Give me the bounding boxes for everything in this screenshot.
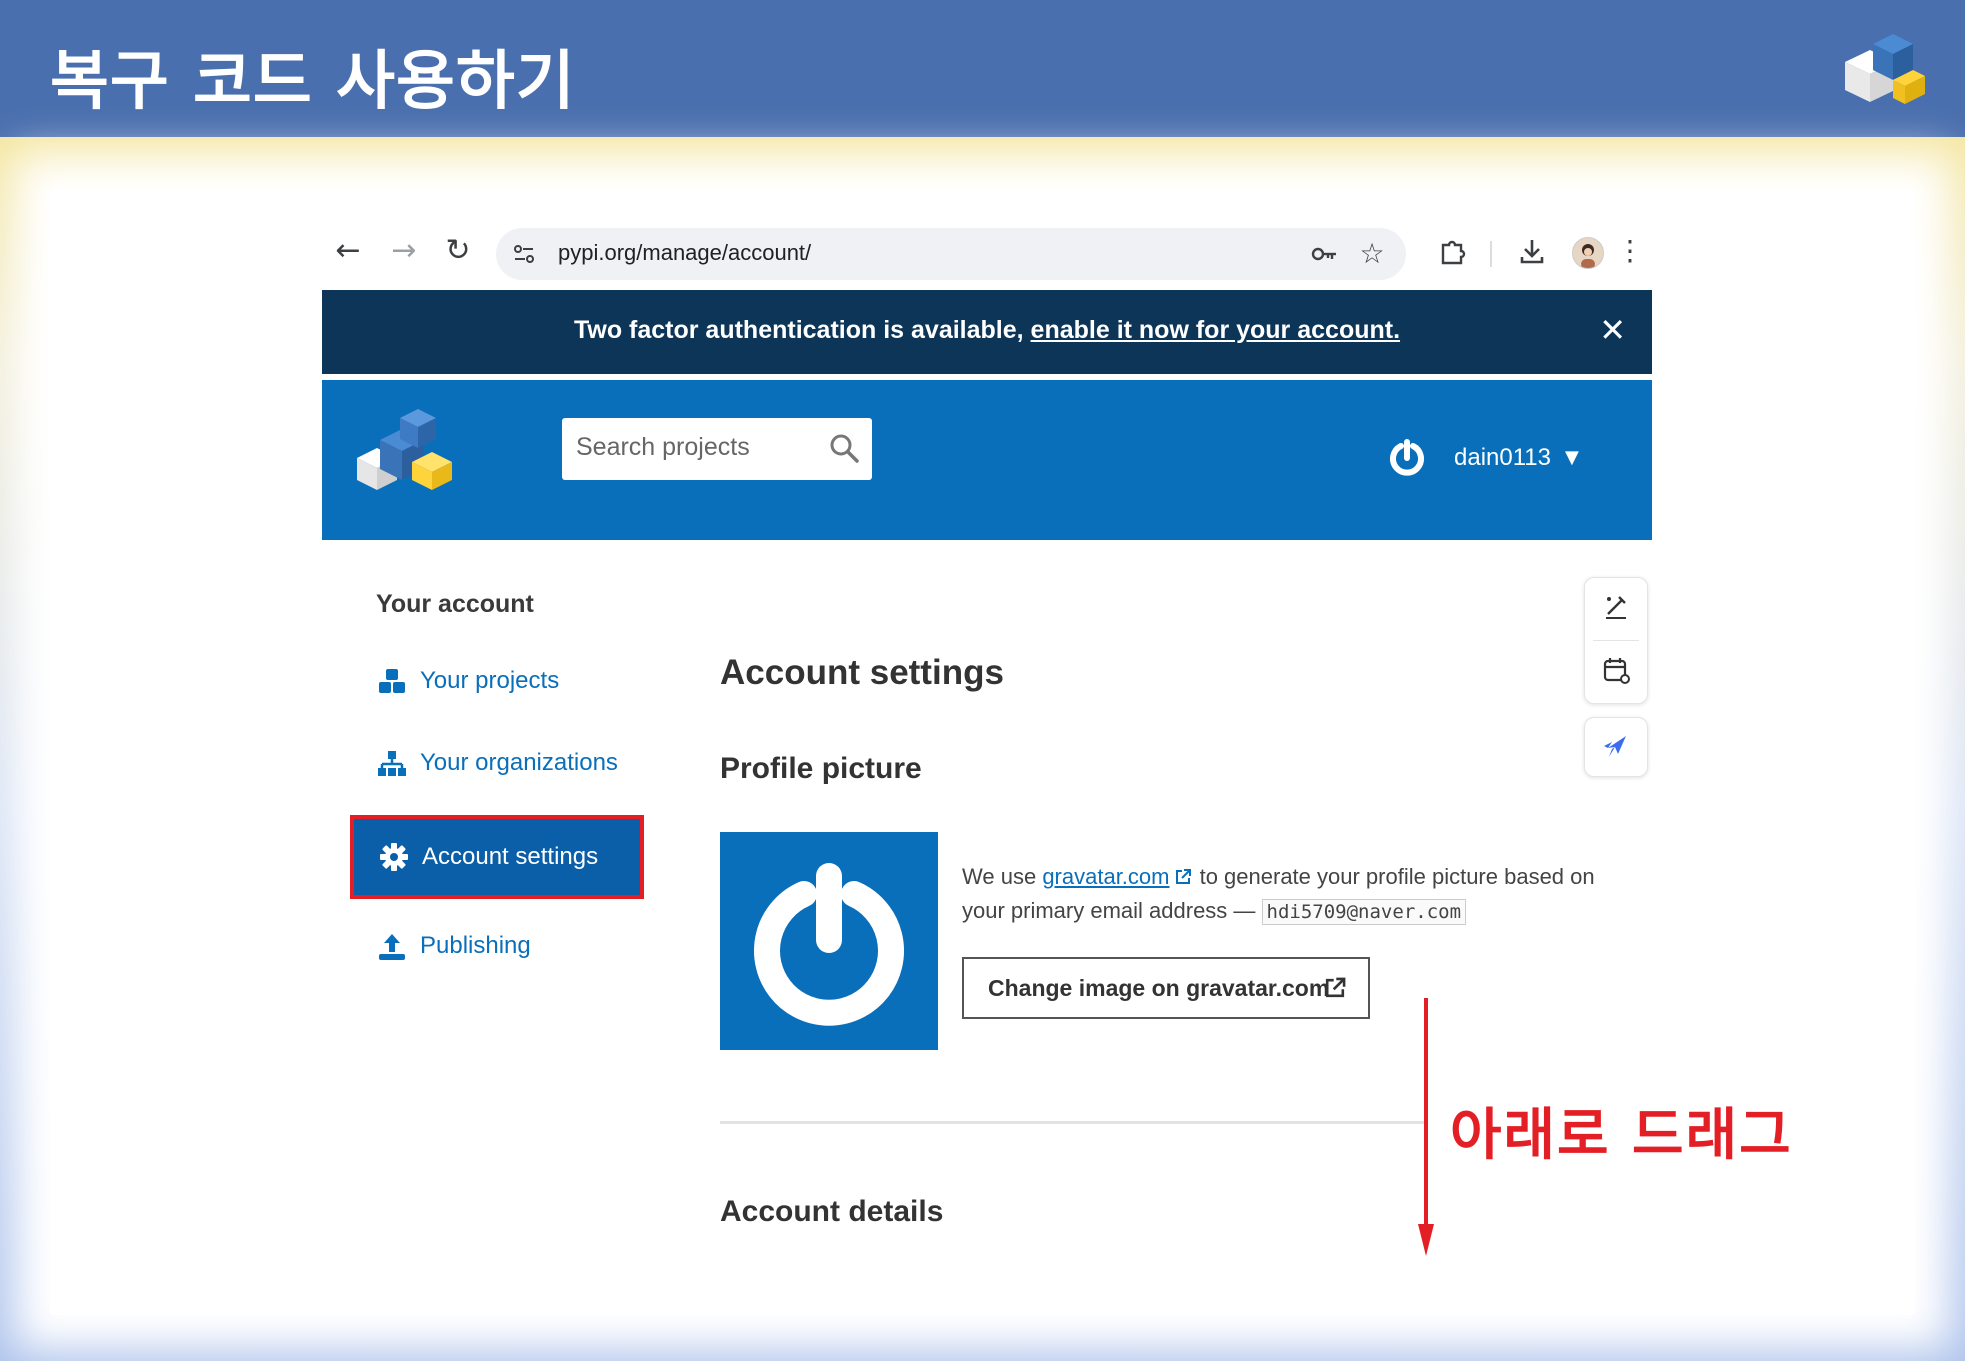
sidebar-heading: Your account [376, 590, 534, 618]
browser-toolbar: ← → ↻ pypi.org/manage/account/ ☆ ⋮ [322, 215, 1652, 287]
change-image-label: Change image on gravatar.com [988, 975, 1330, 1001]
username[interactable]: dain0113 [1454, 444, 1551, 472]
banner-message: Two factor authentication is available, … [322, 316, 1652, 345]
gravatar-icon [1383, 435, 1431, 483]
account-details-heading: Account details [720, 1195, 944, 1228]
profile-description: We use gravatar.com to generate your pro… [962, 860, 1602, 929]
primary-email: hdi5709@naver.com [1261, 899, 1467, 925]
drag-down-arrow-icon [1418, 998, 1434, 1256]
cubes-icon [379, 669, 405, 693]
download-icon[interactable] [1514, 233, 1550, 269]
slide-header: 복구 코드 사용하기 [0, 0, 1965, 137]
two-factor-banner: Two factor authentication is available, … [322, 290, 1652, 374]
address-bar[interactable]: pypi.org/manage/account/ ☆ [496, 228, 1406, 280]
profile-picture-heading: Profile picture [720, 752, 922, 785]
sidebar-item-your-projects[interactable]: Your projects [354, 642, 646, 722]
sidebar-item-account-settings[interactable]: Account settings [350, 815, 644, 899]
star-icon[interactable]: ☆ [1356, 238, 1388, 270]
sidebar-item-label: Account settings [422, 843, 599, 870]
sidebar-item-label: Your projects [420, 667, 560, 694]
site-info-icon[interactable] [508, 238, 540, 270]
forward-icon[interactable]: → [386, 233, 422, 269]
calendar-edit-icon[interactable] [1600, 654, 1632, 686]
search-box [562, 418, 872, 480]
python-logo-icon [1845, 34, 1925, 104]
caret-down-icon[interactable]: ▼ [1565, 447, 1579, 468]
floating-toolbar [1584, 577, 1648, 777]
banner-text: Two factor authentication is available, [573, 316, 1031, 344]
sidebar-item-publishing[interactable]: Publishing [354, 907, 646, 987]
profile-picture [720, 832, 938, 1050]
change-image-button[interactable]: Change image on gravatar.com [962, 957, 1370, 1019]
gravatar-logo-icon [754, 863, 904, 1026]
drag-annotation: 아래로 드래그 [1450, 1103, 1793, 1168]
back-icon[interactable]: ← [330, 233, 366, 269]
floating-rocket-button[interactable] [1584, 717, 1648, 777]
reload-icon[interactable]: ↻ [440, 233, 476, 269]
floating-tool-divider [1593, 640, 1639, 641]
page-title: Account settings [720, 653, 1004, 692]
pypi-logo-icon[interactable] [352, 400, 457, 495]
close-icon[interactable]: ✕ [1599, 310, 1626, 350]
sidebar-item-your-organizations[interactable]: Your organizations [354, 724, 646, 804]
rocket-icon[interactable] [1600, 730, 1632, 762]
external-link-icon[interactable] [1173, 867, 1193, 887]
slide-title: 복구 코드 사용하기 [50, 45, 576, 119]
gravatar-link[interactable]: gravatar.com [1042, 864, 1169, 889]
sitemap-icon [378, 751, 406, 776]
site-header: dain0113 ▼ [322, 380, 1652, 540]
sidebar-item-label: Your organizations [420, 749, 618, 776]
key-icon[interactable] [1308, 238, 1340, 270]
enable-2fa-link[interactable]: enable it now for your account. [1031, 316, 1400, 344]
toolbar-separator [1490, 241, 1492, 267]
extensions-icon[interactable] [1434, 233, 1470, 269]
search-input[interactable] [574, 432, 818, 463]
upload-icon [379, 934, 405, 960]
external-link-icon [1325, 977, 1346, 998]
search-icon[interactable] [828, 432, 860, 464]
profile-text-prefix: We use [962, 864, 1043, 889]
floating-tool-group [1584, 577, 1648, 704]
avatar[interactable] [1572, 237, 1604, 269]
gear-icon [380, 843, 408, 871]
menu-icon[interactable]: ⋮ [1612, 233, 1648, 269]
section-divider [720, 1121, 1428, 1124]
url-text[interactable]: pypi.org/manage/account/ [558, 240, 811, 266]
sidebar-item-label: Publishing [420, 932, 531, 959]
magic-edit-icon[interactable] [1600, 590, 1632, 622]
